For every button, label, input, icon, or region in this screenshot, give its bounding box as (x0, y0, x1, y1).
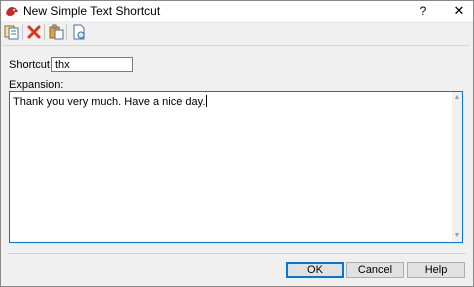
shortcut-label: Shortcut: (9, 59, 54, 71)
copy-icon[interactable] (4, 24, 20, 40)
title-bar: New Simple Text Shortcut ? ✕ (1, 1, 473, 21)
help-title-button[interactable]: ? (414, 2, 432, 20)
window-title: New Simple Text Shortcut (23, 4, 161, 18)
close-button[interactable]: ✕ (450, 2, 468, 20)
shortcut-input[interactable]: thx (51, 57, 133, 72)
toolbar-separator (22, 24, 23, 40)
footer-divider (8, 253, 466, 254)
scroll-up-icon[interactable]: ▲ (453, 94, 461, 102)
help-button[interactable]: Help (407, 262, 465, 278)
document-icon[interactable] (71, 24, 87, 40)
scroll-down-icon[interactable]: ▼ (453, 232, 461, 240)
delete-icon[interactable] (26, 24, 42, 40)
paste-icon[interactable] (48, 24, 64, 40)
cancel-button[interactable]: Cancel (346, 262, 404, 278)
expansion-text: Thank you very much. Have a nice day. (13, 96, 206, 108)
ok-button[interactable]: OK (286, 262, 344, 278)
toolbar-separator (44, 24, 45, 40)
vertical-scrollbar[interactable]: ▲ ▼ (452, 92, 462, 242)
text-caret (206, 95, 208, 107)
expansion-textarea[interactable]: Thank you very much. Have a nice day. ▲ … (9, 91, 463, 243)
toolbar-separator (66, 24, 67, 40)
app-icon (5, 4, 19, 18)
expansion-label: Expansion: (9, 79, 64, 91)
toolbar-divider (2, 45, 470, 46)
